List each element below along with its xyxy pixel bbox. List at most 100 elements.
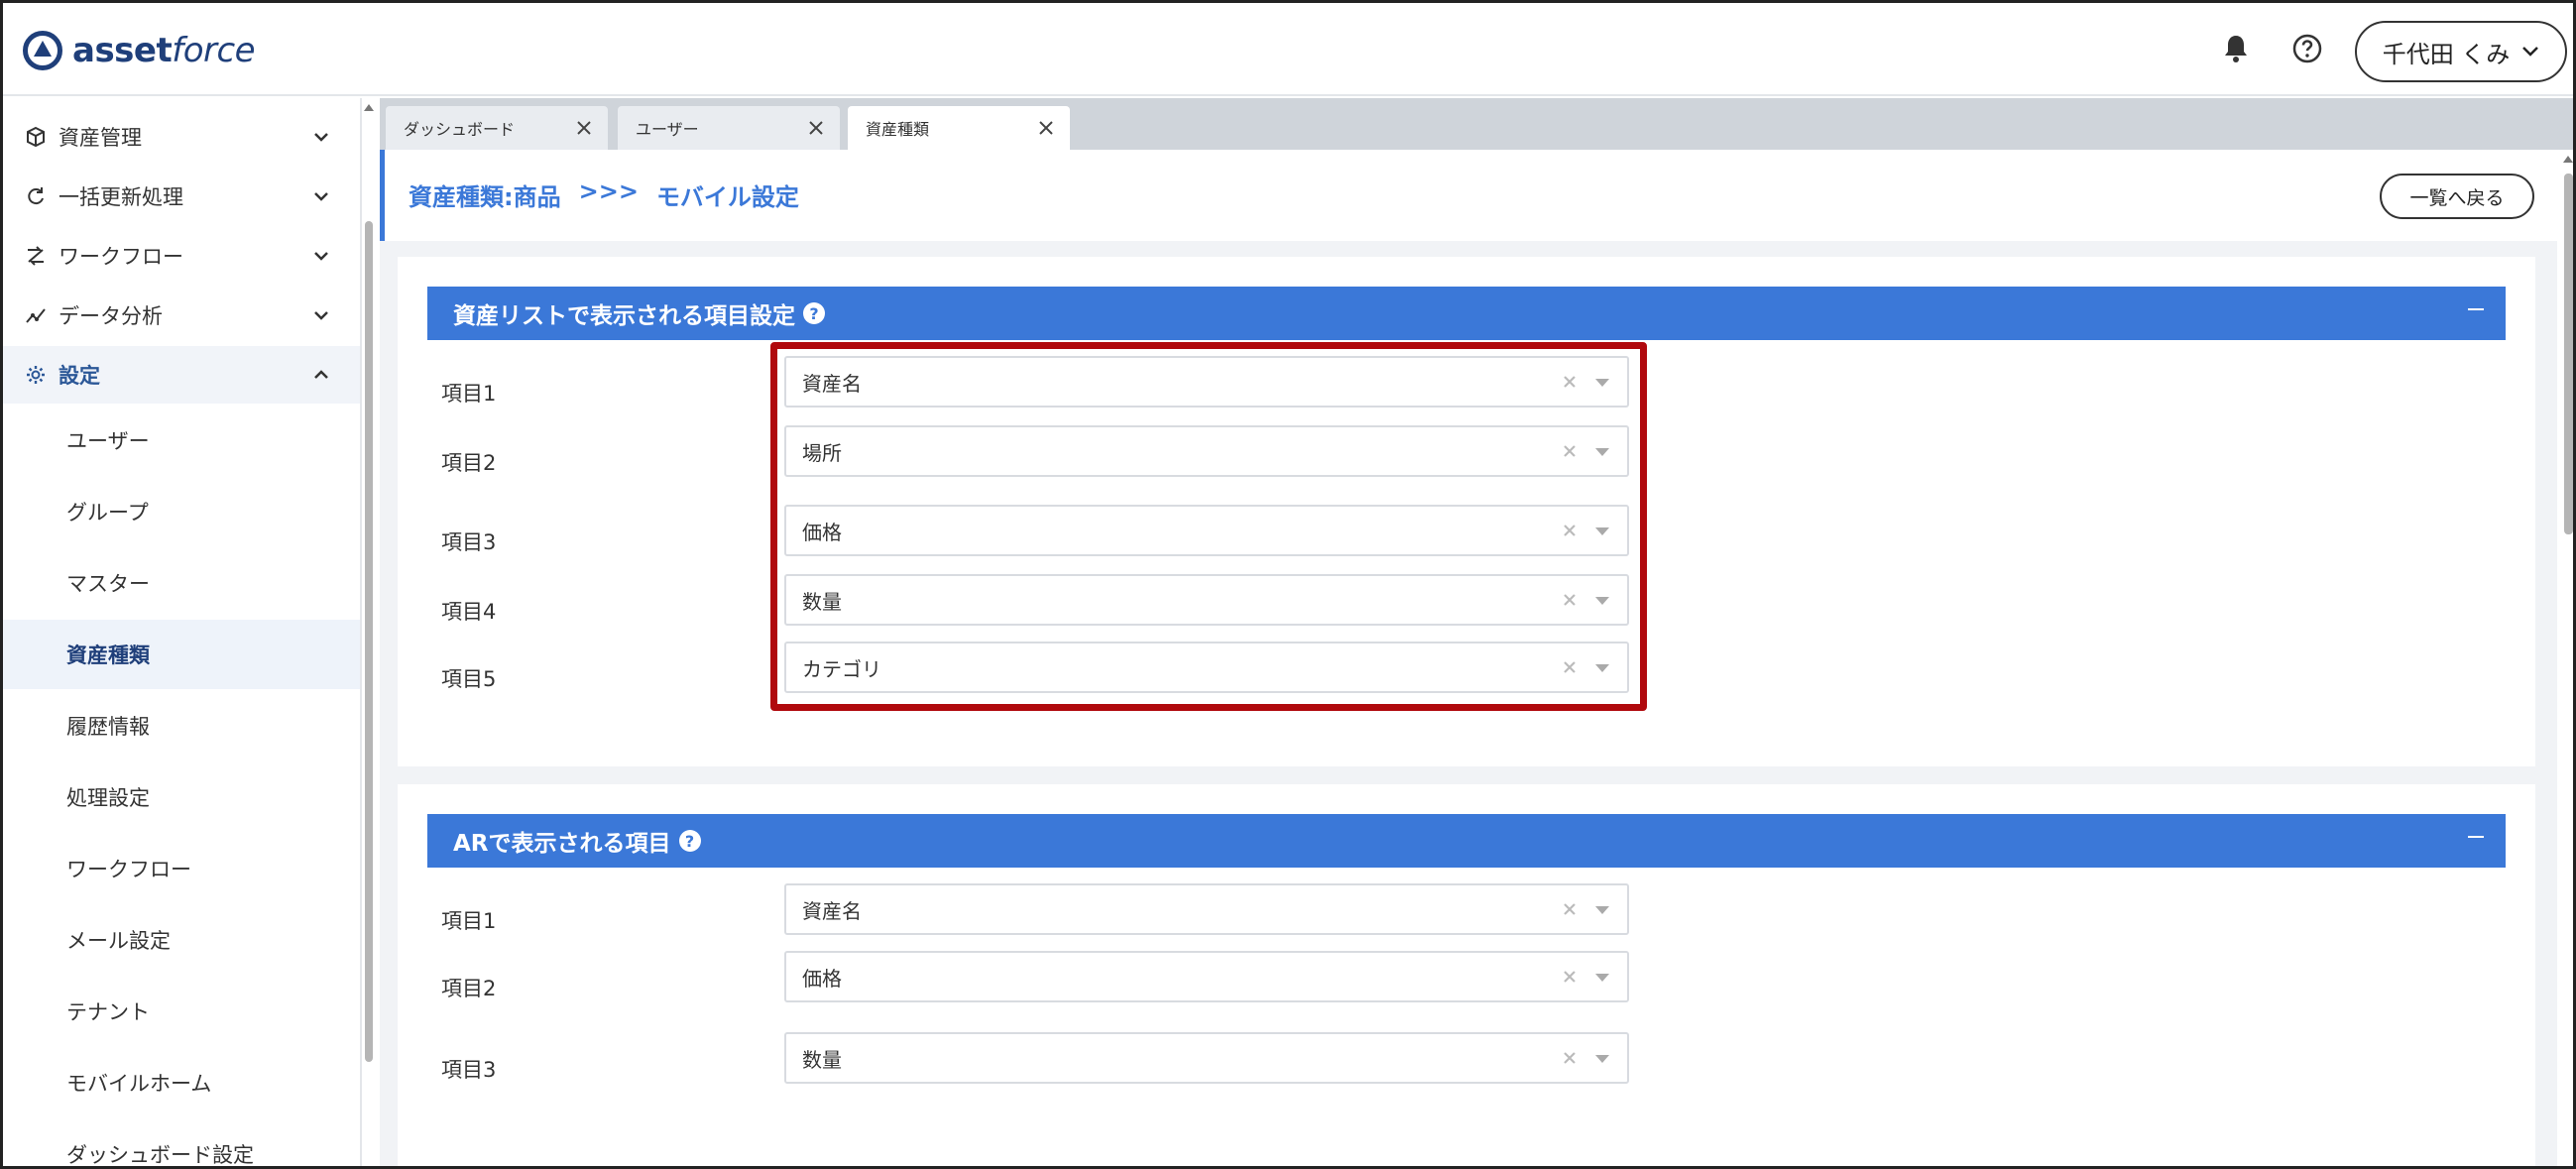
breadcrumb-current: モバイル設定	[655, 183, 799, 211]
bell-icon[interactable]	[2216, 29, 2256, 68]
select-value: カテゴリ	[802, 656, 881, 681]
sidebar-item-label: 設定	[59, 364, 100, 388]
caret-down-icon[interactable]	[1595, 379, 1609, 387]
ar-item-1-select[interactable]: 資産名	[784, 883, 1629, 935]
clear-icon[interactable]	[1560, 372, 1580, 392]
sidebar-item-label: ワークフロー	[59, 245, 183, 269]
cube-icon	[27, 126, 45, 148]
sidebar-subitem-mail-settings[interactable]: メール設定	[3, 905, 360, 975]
caret-down-icon[interactable]	[1595, 974, 1609, 982]
clear-icon[interactable]	[1560, 1048, 1580, 1068]
scroll-up-icon[interactable]	[364, 104, 374, 111]
sidebar-subitem-process-settings[interactable]: 処理設定	[3, 762, 360, 832]
close-icon[interactable]	[1036, 118, 1056, 138]
item-3-select[interactable]: 価格	[784, 505, 1629, 556]
clear-icon[interactable]	[1560, 521, 1580, 540]
close-icon[interactable]	[806, 118, 826, 138]
workflow-icon	[28, 246, 44, 266]
list-settings-card: 資産リストで表示される項目設定 ? 項目1 資産名 項目2 場所 項目3 価格	[398, 257, 2535, 766]
select-value: 場所	[802, 440, 842, 465]
ar-settings-header[interactable]: ARで表示される項目 ?	[427, 814, 2506, 868]
ar-item-3-select[interactable]: 数量	[784, 1032, 1629, 1084]
sidebar-item-bulk-update[interactable]: 一括更新処理	[3, 168, 360, 225]
chevron-down-icon	[314, 133, 328, 142]
breadcrumb: 資産種類:商品 >>> モバイル設定	[409, 177, 799, 212]
close-icon[interactable]	[574, 118, 594, 138]
caret-down-icon[interactable]	[1595, 448, 1609, 456]
row-label: 項目1	[441, 382, 497, 406]
main-content: ダッシュボード ユーザー 資産種類 資産種類:商品 >>> モバイル設定 一覧へ…	[380, 98, 2573, 1166]
app-logo[interactable]: assetforce	[23, 27, 256, 74]
row-label: 項目5	[441, 667, 497, 691]
breadcrumb-separator: >>>	[578, 177, 639, 205]
caret-down-icon[interactable]	[1595, 1055, 1609, 1063]
help-icon[interactable]	[2287, 29, 2327, 68]
clear-icon[interactable]	[1560, 967, 1580, 987]
sidebar-item-workflow[interactable]: ワークフロー	[3, 227, 360, 285]
section-title: 資産リストで表示される項目設定	[453, 303, 795, 329]
sidebar-subitem-users[interactable]: ユーザー	[3, 406, 360, 475]
chevron-down-icon	[2522, 47, 2539, 57]
chevron-down-icon	[314, 252, 328, 261]
sidebar-scroll-thumb[interactable]	[365, 221, 373, 1062]
tab-dashboard[interactable]: ダッシュボード	[386, 106, 608, 150]
list-settings-header[interactable]: 資産リストで表示される項目設定 ?	[427, 287, 2506, 340]
app-window: assetforce 千代田 くみ 資産管理 一括更新処理 ワークフロー データ…	[0, 0, 2576, 1169]
user-menu-button[interactable]: 千代田 くみ	[2355, 21, 2567, 82]
row-label: 項目1	[441, 909, 497, 933]
sidebar-subitem-history[interactable]: 履歴情報	[3, 691, 360, 760]
caret-down-icon[interactable]	[1595, 664, 1609, 672]
scroll-up-icon[interactable]	[2563, 156, 2573, 163]
clear-icon[interactable]	[1560, 590, 1580, 610]
help-icon[interactable]: ?	[678, 830, 701, 852]
collapse-icon[interactable]	[2468, 836, 2484, 838]
select-value: 資産名	[802, 898, 862, 923]
sidebar-item-label: 資産管理	[59, 126, 142, 150]
tab-bar: ダッシュボード ユーザー 資産種類	[380, 98, 2573, 150]
tab-asset-types[interactable]: 資産種類	[848, 106, 1070, 150]
refresh-icon	[28, 187, 44, 205]
caret-down-icon[interactable]	[1595, 906, 1609, 914]
chevron-down-icon	[314, 311, 328, 320]
clear-icon[interactable]	[1560, 657, 1580, 677]
sidebar-item-asset-management[interactable]: 資産管理	[3, 108, 360, 166]
sidebar-subitem-tenant[interactable]: テナント	[3, 977, 360, 1046]
clear-icon[interactable]	[1560, 441, 1580, 461]
collapse-icon[interactable]	[2468, 308, 2484, 310]
sidebar-subitem-mobile-home[interactable]: モバイルホーム	[3, 1048, 360, 1117]
select-value: 価格	[802, 520, 842, 544]
sidebar-subitem-asset-types[interactable]: 資産種類	[3, 620, 360, 689]
sidebar-subitem-dashboard-settings[interactable]: ダッシュボード設定	[3, 1119, 360, 1166]
caret-down-icon[interactable]	[1595, 527, 1609, 535]
sidebar-item-settings[interactable]: 設定	[3, 346, 360, 404]
row-label: 項目4	[441, 600, 497, 624]
sidebar-subitem-groups[interactable]: グループ	[3, 477, 360, 546]
sidebar-subitem-workflow[interactable]: ワークフロー	[3, 834, 360, 903]
item-4-select[interactable]: 数量	[784, 574, 1629, 626]
select-value: 資産名	[802, 371, 862, 396]
row-label: 項目2	[441, 451, 497, 475]
logo-text: assetforce	[72, 31, 256, 70]
select-value: 数量	[802, 1047, 842, 1072]
back-to-list-button[interactable]: 一覧へ戻る	[2380, 174, 2534, 219]
help-icon[interactable]: ?	[803, 302, 825, 324]
item-5-select[interactable]: カテゴリ	[784, 642, 1629, 693]
top-header: assetforce 千代田 くみ	[3, 3, 2573, 96]
sidebar-subitem-master[interactable]: マスター	[3, 548, 360, 618]
item-2-select[interactable]: 場所	[784, 425, 1629, 477]
main-scroll-thumb[interactable]	[2564, 174, 2573, 534]
ar-item-2-select[interactable]: 価格	[784, 951, 1629, 1002]
sidebar-item-label: 一括更新処理	[59, 185, 183, 209]
sidebar-item-data-analysis[interactable]: データ分析	[3, 287, 360, 344]
sidebar-scrollbar[interactable]	[362, 98, 376, 1166]
caret-down-icon[interactable]	[1595, 597, 1609, 605]
chevron-down-icon	[314, 192, 328, 201]
breadcrumb-parent[interactable]: 資産種類:商品	[409, 177, 561, 212]
clear-icon[interactable]	[1560, 899, 1580, 919]
item-1-select[interactable]: 資産名	[784, 356, 1629, 408]
analytics-icon	[26, 308, 46, 323]
tab-users[interactable]: ユーザー	[618, 106, 840, 150]
row-label: 項目2	[441, 977, 497, 1000]
main-scrollbar[interactable]	[2557, 150, 2573, 1166]
row-label: 項目3	[441, 1058, 497, 1082]
